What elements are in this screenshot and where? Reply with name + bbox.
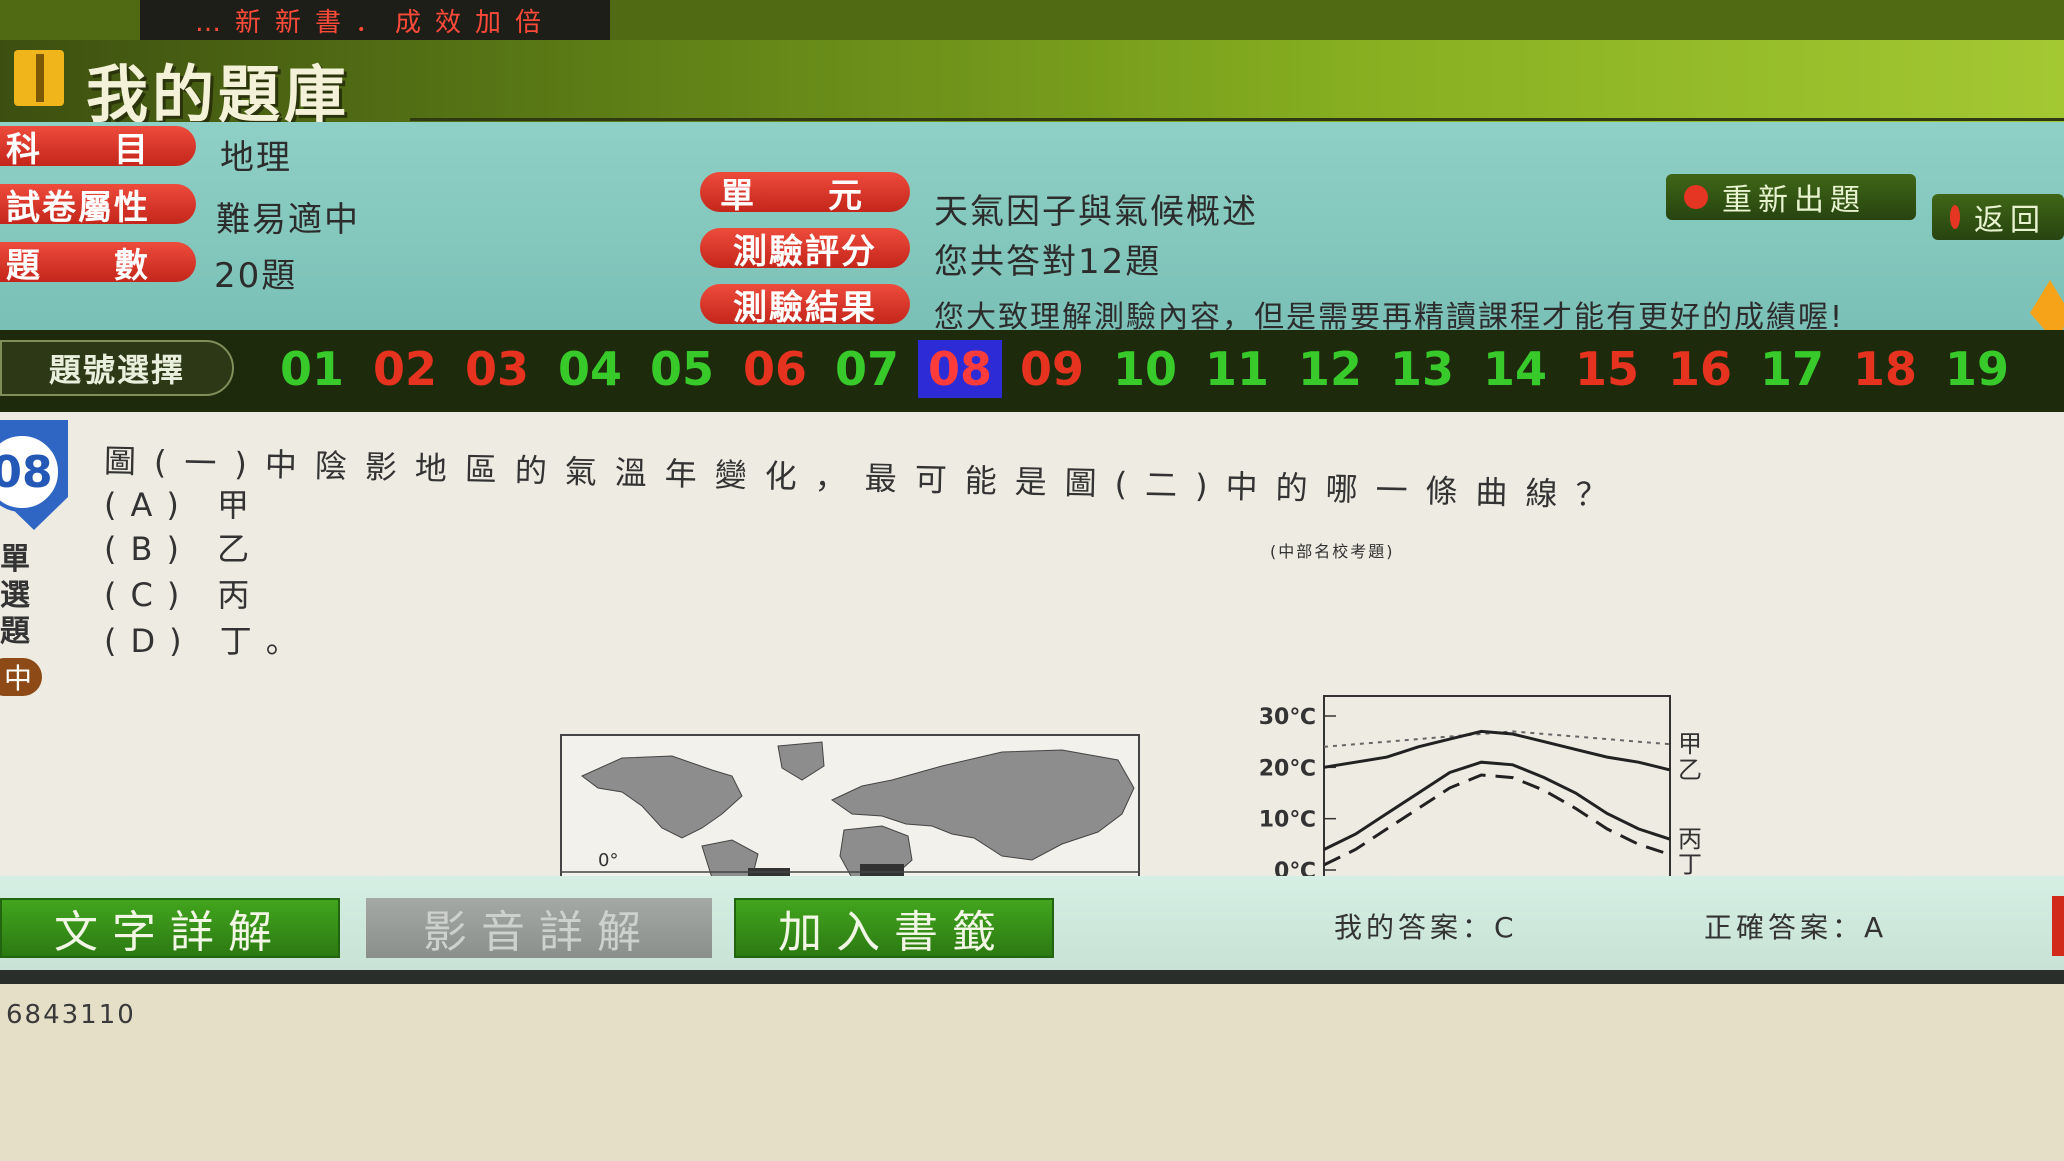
question-number-06[interactable]: 06 <box>733 340 817 398</box>
question-number-17[interactable]: 17 <box>1750 340 1834 398</box>
page-title: 我的題庫 <box>86 58 351 131</box>
plot-frame <box>1323 695 1671 881</box>
text-explanation-button[interactable]: 文字詳解 <box>0 898 340 958</box>
question-type: 單選題 <box>0 542 30 649</box>
temperature-chart: 30℃ 20℃ 10℃ 0℃ 甲乙丙丁 <box>1240 692 1740 884</box>
question-number-13[interactable]: 13 <box>1380 340 1464 398</box>
series-label-2: 乙 <box>1678 756 1702 784</box>
question-number-04[interactable]: 04 <box>548 340 632 398</box>
restart-button-label: 重新出題 <box>1722 183 1866 218</box>
series-label-1: 甲 <box>1678 730 1702 758</box>
option-a: (A) 甲 <box>104 486 264 524</box>
difficulty-badge: 中 <box>0 658 42 696</box>
question-number-07[interactable]: 07 <box>825 340 909 398</box>
back-button[interactable]: 返回 <box>1932 194 2064 240</box>
temperature-chart-svg: 30℃ 20℃ 10℃ 0℃ 甲乙丙丁 <box>1259 695 1702 884</box>
result-label: 測驗結果 <box>700 284 910 328</box>
score-value: 您共答對12題 <box>934 242 1162 282</box>
subject-label: 科 目 <box>0 126 196 170</box>
my-answer: 我的答案：C <box>1334 911 1518 944</box>
info-panel: 科 目 地理 試卷屬性 難易適中 題 數 20題 單 元 天氣因子與氣候概述 測… <box>0 122 2064 335</box>
question-number-16[interactable]: 16 <box>1658 340 1742 398</box>
shaded-region-africa <box>860 864 904 876</box>
question-number-bar: 題號選擇 01 02 03 04 05 06 07 08 09 10 11 12 13 14 15 16 17 1… <box>0 330 2064 412</box>
correct-answer: 正確答案：A <box>1704 911 1888 944</box>
option-d: (D) 丁。 <box>104 622 312 660</box>
stray-number-text: 6843110 <box>6 1000 136 1030</box>
question-number-01[interactable]: 01 <box>270 340 354 398</box>
action-bar: 文字詳解 影音詳解 加入書籤 我的答案：C 正確答案：A <box>0 876 2064 970</box>
add-bookmark-button[interactable]: 加入書籤 <box>734 898 1054 958</box>
score-label: 測驗評分 <box>700 228 910 272</box>
promo-banner: …新新書．成效加倍 <box>140 0 610 40</box>
world-map-image <box>562 741 1138 876</box>
header: 我的題庫 <box>0 40 2064 131</box>
title-divider <box>410 118 2064 121</box>
book-logo-icon <box>14 50 64 106</box>
property-value: 難易適中 <box>216 200 360 240</box>
y-tick-label: 10℃ <box>1259 808 1316 833</box>
back-icon <box>1950 205 1960 229</box>
restart-icon <box>1684 185 1708 209</box>
equator-label: 0° <box>598 850 619 871</box>
series-label-3: 丙 <box>1678 825 1702 853</box>
question-number-10[interactable]: 10 <box>1103 340 1187 398</box>
property-label: 試卷屬性 <box>0 184 196 228</box>
video-explanation-button[interactable]: 影音詳解 <box>366 898 712 958</box>
y-tick-label: 0℃ <box>1274 859 1316 876</box>
question-number-18[interactable]: 18 <box>1843 340 1927 398</box>
window-bottom-border <box>0 970 2064 984</box>
question-number-03[interactable]: 03 <box>455 340 539 398</box>
subject-value: 地理 <box>220 138 292 178</box>
red-edge-marker <box>2052 896 2064 956</box>
question-text: 圖(一)中陰影地區的氣溫年變化，最可能是圖(二)中的哪一條曲線？ <box>103 442 1626 515</box>
question-number-02[interactable]: 02 <box>363 340 447 398</box>
question-number-15[interactable]: 15 <box>1565 340 1649 398</box>
question-number-19[interactable]: 19 <box>1935 340 2019 398</box>
question-number-09[interactable]: 09 <box>1010 340 1094 398</box>
question-number-12[interactable]: 12 <box>1288 340 1372 398</box>
option-c: (C) 丙 <box>104 576 264 614</box>
option-b: (B) 乙 <box>104 530 264 568</box>
back-button-label: 返回 <box>1974 203 2046 238</box>
y-tick-label: 20℃ <box>1259 756 1316 781</box>
question-select-label: 題號選擇 <box>0 340 234 396</box>
question-number-14[interactable]: 14 <box>1473 340 1557 398</box>
series-label-4: 丁 <box>1678 851 1702 876</box>
unit-value: 天氣因子與氣候概述 <box>934 192 1258 232</box>
desktop-background: 6843110 <box>0 984 2064 1161</box>
source-note: (中部名校考題) <box>1270 542 1395 561</box>
count-label: 題 數 <box>0 242 196 286</box>
unit-label: 單 元 <box>700 172 910 216</box>
question-number-05[interactable]: 05 <box>640 340 724 398</box>
restart-button[interactable]: 重新出題 <box>1666 174 1916 220</box>
question-area: 08 單選題 中 圖(一)中陰影地區的氣溫年變化，最可能是圖(二)中的哪一條曲線… <box>0 412 2064 884</box>
y-tick-label: 30℃ <box>1259 705 1316 730</box>
question-number-08[interactable]: 08 <box>918 340 1002 398</box>
count-value: 20題 <box>214 256 298 296</box>
question-number-11[interactable]: 11 <box>1195 340 1279 398</box>
world-map-figure: 0° <box>560 734 1140 876</box>
